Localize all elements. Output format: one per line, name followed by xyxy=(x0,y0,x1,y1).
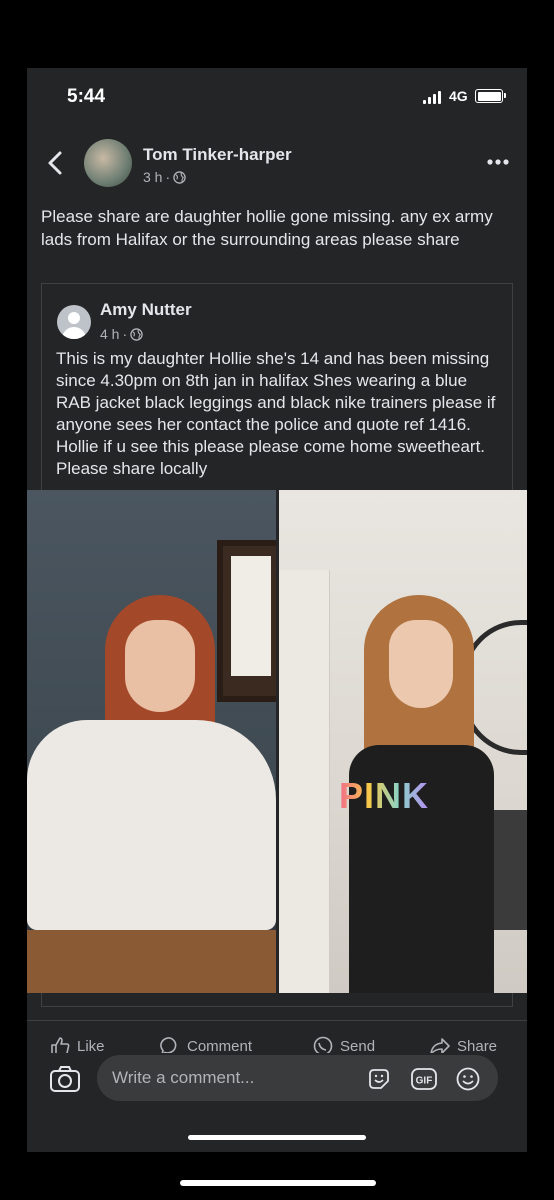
shirt-text: PINK xyxy=(339,775,430,816)
post-meta: 3 h · xyxy=(143,169,186,185)
post-time: 3 h xyxy=(143,169,163,185)
photo-hollie-sweater[interactable] xyxy=(27,490,276,993)
status-time: 5:44 xyxy=(67,86,106,107)
post-screen: 5:44 4G Tom Tinker-harper 3 h · Please s… xyxy=(27,68,527,1152)
emoji-icon[interactable] xyxy=(455,1066,481,1092)
send-label: Send xyxy=(340,1037,376,1055)
photo-collage[interactable]: PINK xyxy=(27,490,527,993)
post-meta-separator: · xyxy=(165,169,171,185)
post-author[interactable]: Tom Tinker-harper xyxy=(143,145,292,165)
gif-icon[interactable]: GIF xyxy=(411,1066,437,1092)
outer-home-indicator xyxy=(180,1180,376,1186)
globe-icon xyxy=(173,170,186,184)
photo-hollie-pink-top[interactable]: PINK xyxy=(279,490,527,993)
shared-meta: 4 h · xyxy=(100,326,143,342)
share-label: Share xyxy=(457,1037,498,1055)
like-label: Like xyxy=(77,1037,105,1055)
status-bar: 5:44 4G xyxy=(27,68,527,124)
shared-author[interactable]: Amy Nutter xyxy=(100,300,192,320)
gif-label: GIF xyxy=(416,1076,433,1087)
battery-icon xyxy=(475,89,506,103)
author-avatar[interactable] xyxy=(84,139,132,187)
comment-bar: Write a comment... GIF xyxy=(27,1053,527,1103)
shared-time: 4 h xyxy=(100,326,120,342)
post-text: Please share are daughter hollie gone mi… xyxy=(41,207,493,249)
shared-post-text: This is my daughter Hollie she's 14 and … xyxy=(56,349,496,478)
network-label: 4G xyxy=(449,88,468,104)
globe-icon xyxy=(130,327,143,341)
sticker-icon[interactable] xyxy=(366,1066,392,1092)
shared-author-avatar[interactable] xyxy=(57,305,91,339)
home-indicator xyxy=(188,1135,366,1140)
comment-label: Comment xyxy=(187,1037,253,1055)
shared-meta-separator: · xyxy=(122,326,128,342)
back-icon[interactable] xyxy=(45,150,67,176)
comment-placeholder: Write a comment... xyxy=(112,1068,255,1087)
camera-icon[interactable] xyxy=(49,1065,81,1093)
more-icon[interactable] xyxy=(487,158,509,166)
comment-input[interactable]: Write a comment... GIF xyxy=(97,1055,498,1101)
signal-icon xyxy=(423,90,445,104)
